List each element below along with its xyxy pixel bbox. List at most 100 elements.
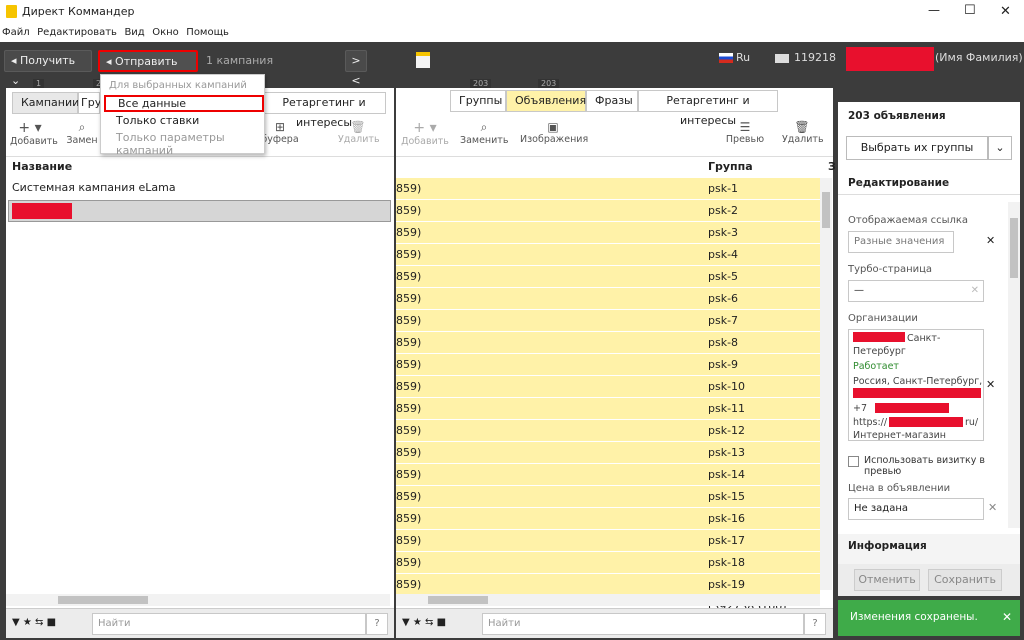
mid-add-button[interactable]: + ▾ Добавить bbox=[400, 120, 450, 147]
left-search-input[interactable]: Найти bbox=[92, 613, 366, 635]
ad-row[interactable]: 859) psk-19 (3927385100) bbox=[396, 574, 820, 613]
ad-row[interactable]: 859)psk-11 (3927385092) bbox=[396, 398, 820, 437]
campaign-row-selected[interactable] bbox=[8, 200, 391, 222]
ad-row[interactable]: 859)psk-1 (3927385082) bbox=[396, 178, 820, 217]
left-help-button[interactable]: ? bbox=[366, 613, 388, 635]
org-address-redacted bbox=[853, 388, 981, 398]
user-name[interactable]: (Имя Фамилия) bbox=[935, 51, 1023, 64]
ad-row[interactable]: 859)psk-13 (3927385094) bbox=[396, 442, 820, 481]
campaign-row-elama[interactable]: Системная кампания eLama bbox=[6, 177, 394, 199]
maximize-button[interactable]: ☐ bbox=[964, 3, 976, 18]
ad-row[interactable]: 859)psk-17 (3927385098) bbox=[396, 530, 820, 569]
menu-edit[interactable]: Редактировать bbox=[35, 24, 119, 42]
display-link-input[interactable]: Разные значения bbox=[848, 231, 954, 253]
right-vscrollbar[interactable] bbox=[1008, 202, 1020, 528]
ad-row[interactable]: 859)psk-5 (3927385086) bbox=[396, 266, 820, 305]
right-vscroll-thumb[interactable] bbox=[1010, 218, 1018, 278]
mid-replace-button[interactable]: ⌕ Заменить bbox=[460, 120, 508, 146]
menu-view[interactable]: Вид bbox=[122, 24, 146, 42]
save-button[interactable]: Сохранить bbox=[928, 569, 1002, 591]
preview-button[interactable]: ☰ Превью bbox=[722, 120, 768, 145]
close-button[interactable]: ✕ bbox=[1000, 4, 1011, 19]
menu-window[interactable]: Окно bbox=[150, 24, 181, 42]
dropdown-item-all-data[interactable]: Все данные bbox=[104, 95, 264, 112]
tab-ads[interactable]: Объявления bbox=[506, 90, 586, 112]
dropdown-item-bids-only[interactable]: Только ставки bbox=[116, 114, 199, 127]
ad-row-left-text: 859) bbox=[396, 182, 422, 195]
ad-row[interactable]: 859)psk-3 (3927385084) bbox=[396, 222, 820, 261]
send-dropdown: Для выбранных кампаний Все данные Только… bbox=[100, 74, 265, 157]
ad-row[interactable]: 859)psk-18 (3927385099) bbox=[396, 552, 820, 591]
tab-retargeting[interactable]: Ретаргетинг и интересы bbox=[262, 92, 386, 129]
ad-row[interactable]: 859)psk-8 (3927385089) bbox=[396, 332, 820, 371]
toast-close-icon[interactable]: ✕ bbox=[1002, 610, 1012, 624]
mid-help-button[interactable]: ? bbox=[804, 613, 826, 635]
replace-button[interactable]: ⌕ Замен bbox=[66, 120, 98, 146]
menu-help[interactable]: Помощь bbox=[184, 24, 231, 42]
notes-icon[interactable] bbox=[416, 52, 430, 68]
delete-button[interactable]: 🗑 Удалить bbox=[338, 120, 380, 145]
column-name-header[interactable]: Название bbox=[12, 160, 72, 173]
left-badge-1: 1 bbox=[33, 79, 45, 88]
tab-retargeting-mid[interactable]: Ретаргетинг и интересы bbox=[638, 90, 778, 127]
org-clear-icon[interactable]: ✕ bbox=[986, 378, 995, 391]
flag-ru-icon bbox=[719, 53, 733, 63]
ad-row[interactable]: 859)psk-7 (3927385088) bbox=[396, 310, 820, 349]
display-link-label: Отображаемая ссылка bbox=[848, 215, 969, 226]
ad-row[interactable]: 859)psk-14 (3927385095) bbox=[396, 464, 820, 503]
language-label[interactable]: Ru bbox=[736, 51, 750, 64]
filter-icon[interactable]: ▼ ★ ⇆ ■ bbox=[402, 617, 446, 628]
ad-row[interactable]: 859)psk-9 (3927385090) bbox=[396, 354, 820, 393]
org-card[interactable]: Санкт- Петербург Работает Россия, Санкт-… bbox=[848, 329, 984, 441]
tab-groups[interactable]: Гру bbox=[78, 92, 101, 114]
close-icon[interactable]: ✕ bbox=[971, 281, 979, 301]
select-groups-dropdown[interactable]: ⌄ bbox=[988, 136, 1012, 160]
column-group-header[interactable]: Группа bbox=[708, 160, 753, 173]
ad-row-left-text: 859) bbox=[396, 270, 422, 283]
display-link-clear-icon[interactable]: ✕ bbox=[986, 234, 995, 247]
mid-hscroll-thumb[interactable] bbox=[428, 596, 488, 604]
tab-groups-mid[interactable]: Группы bbox=[450, 90, 506, 112]
use-card-label: Использовать визитку в превью bbox=[864, 455, 985, 477]
price-clear-icon[interactable]: ✕ bbox=[988, 501, 997, 514]
ad-row[interactable]: 859)psk-4 (3927385085) bbox=[396, 244, 820, 283]
mid-search-input[interactable]: Найти bbox=[482, 613, 804, 635]
tab-campaigns[interactable]: Кампании bbox=[12, 92, 79, 114]
menu-file[interactable]: Файл bbox=[0, 24, 32, 42]
ad-row-left-text: 859) bbox=[396, 402, 422, 415]
get-button[interactable]: ◂ Получить ⌄ bbox=[4, 50, 92, 87]
mid-vscrollbar[interactable] bbox=[820, 178, 832, 590]
tab-phrases[interactable]: Фразы bbox=[586, 90, 638, 112]
column-next-header[interactable]: З bbox=[828, 160, 836, 173]
filter-icon[interactable]: ▼ ★ ⇆ ■ bbox=[12, 617, 56, 628]
ad-row[interactable]: 859)psk-10 (3927385091) bbox=[396, 376, 820, 415]
paste-buffer-button[interactable]: ⊞ буфера bbox=[260, 120, 300, 145]
left-scroll-thumb[interactable] bbox=[58, 596, 148, 604]
dropdown-item-params-only[interactable]: Только параметры кампаний bbox=[116, 131, 264, 157]
mid-badge-1: 203 bbox=[470, 79, 492, 88]
info-section-title: Информация bbox=[848, 540, 927, 552]
ad-row[interactable]: 859)psk-6 (3927385087) bbox=[396, 288, 820, 327]
ad-row-left-text: 859) bbox=[396, 226, 422, 239]
add-button[interactable]: + ▾ Добавить bbox=[10, 120, 58, 147]
left-hscrollbar[interactable] bbox=[6, 594, 390, 606]
mid-delete-button[interactable]: 🗑 Удалить bbox=[782, 120, 824, 145]
ad-row[interactable]: 859)psk-15 (3927385096) bbox=[396, 486, 820, 525]
turbo-select[interactable]: — ✕ bbox=[848, 280, 984, 302]
ad-row[interactable]: 859)psk-12 (3927385093) bbox=[396, 420, 820, 459]
cancel-button[interactable]: Отменить bbox=[854, 569, 920, 591]
use-card-checkbox[interactable] bbox=[848, 456, 859, 467]
ad-row[interactable]: 859)psk-16 (3927385097) bbox=[396, 508, 820, 547]
plus-icon: + ▾ bbox=[18, 120, 42, 136]
images-button[interactable]: ▣ Изображения bbox=[520, 120, 588, 145]
app-logo-icon bbox=[6, 5, 17, 18]
mid-vscroll-thumb[interactable] bbox=[822, 192, 830, 228]
select-groups-button[interactable]: Выбрать их группы bbox=[846, 136, 988, 160]
ad-row[interactable]: 859)psk-2 (3927385083) bbox=[396, 200, 820, 239]
send-button[interactable]: ◂ Отправить ⌄ bbox=[98, 50, 198, 88]
price-input[interactable]: Не задана bbox=[848, 498, 984, 520]
mid-hscrollbar[interactable] bbox=[396, 594, 820, 606]
ad-row-left-text: 859) bbox=[396, 424, 422, 437]
minimize-button[interactable]: — bbox=[928, 3, 940, 17]
collapse-panels-button[interactable]: >< bbox=[345, 50, 367, 87]
